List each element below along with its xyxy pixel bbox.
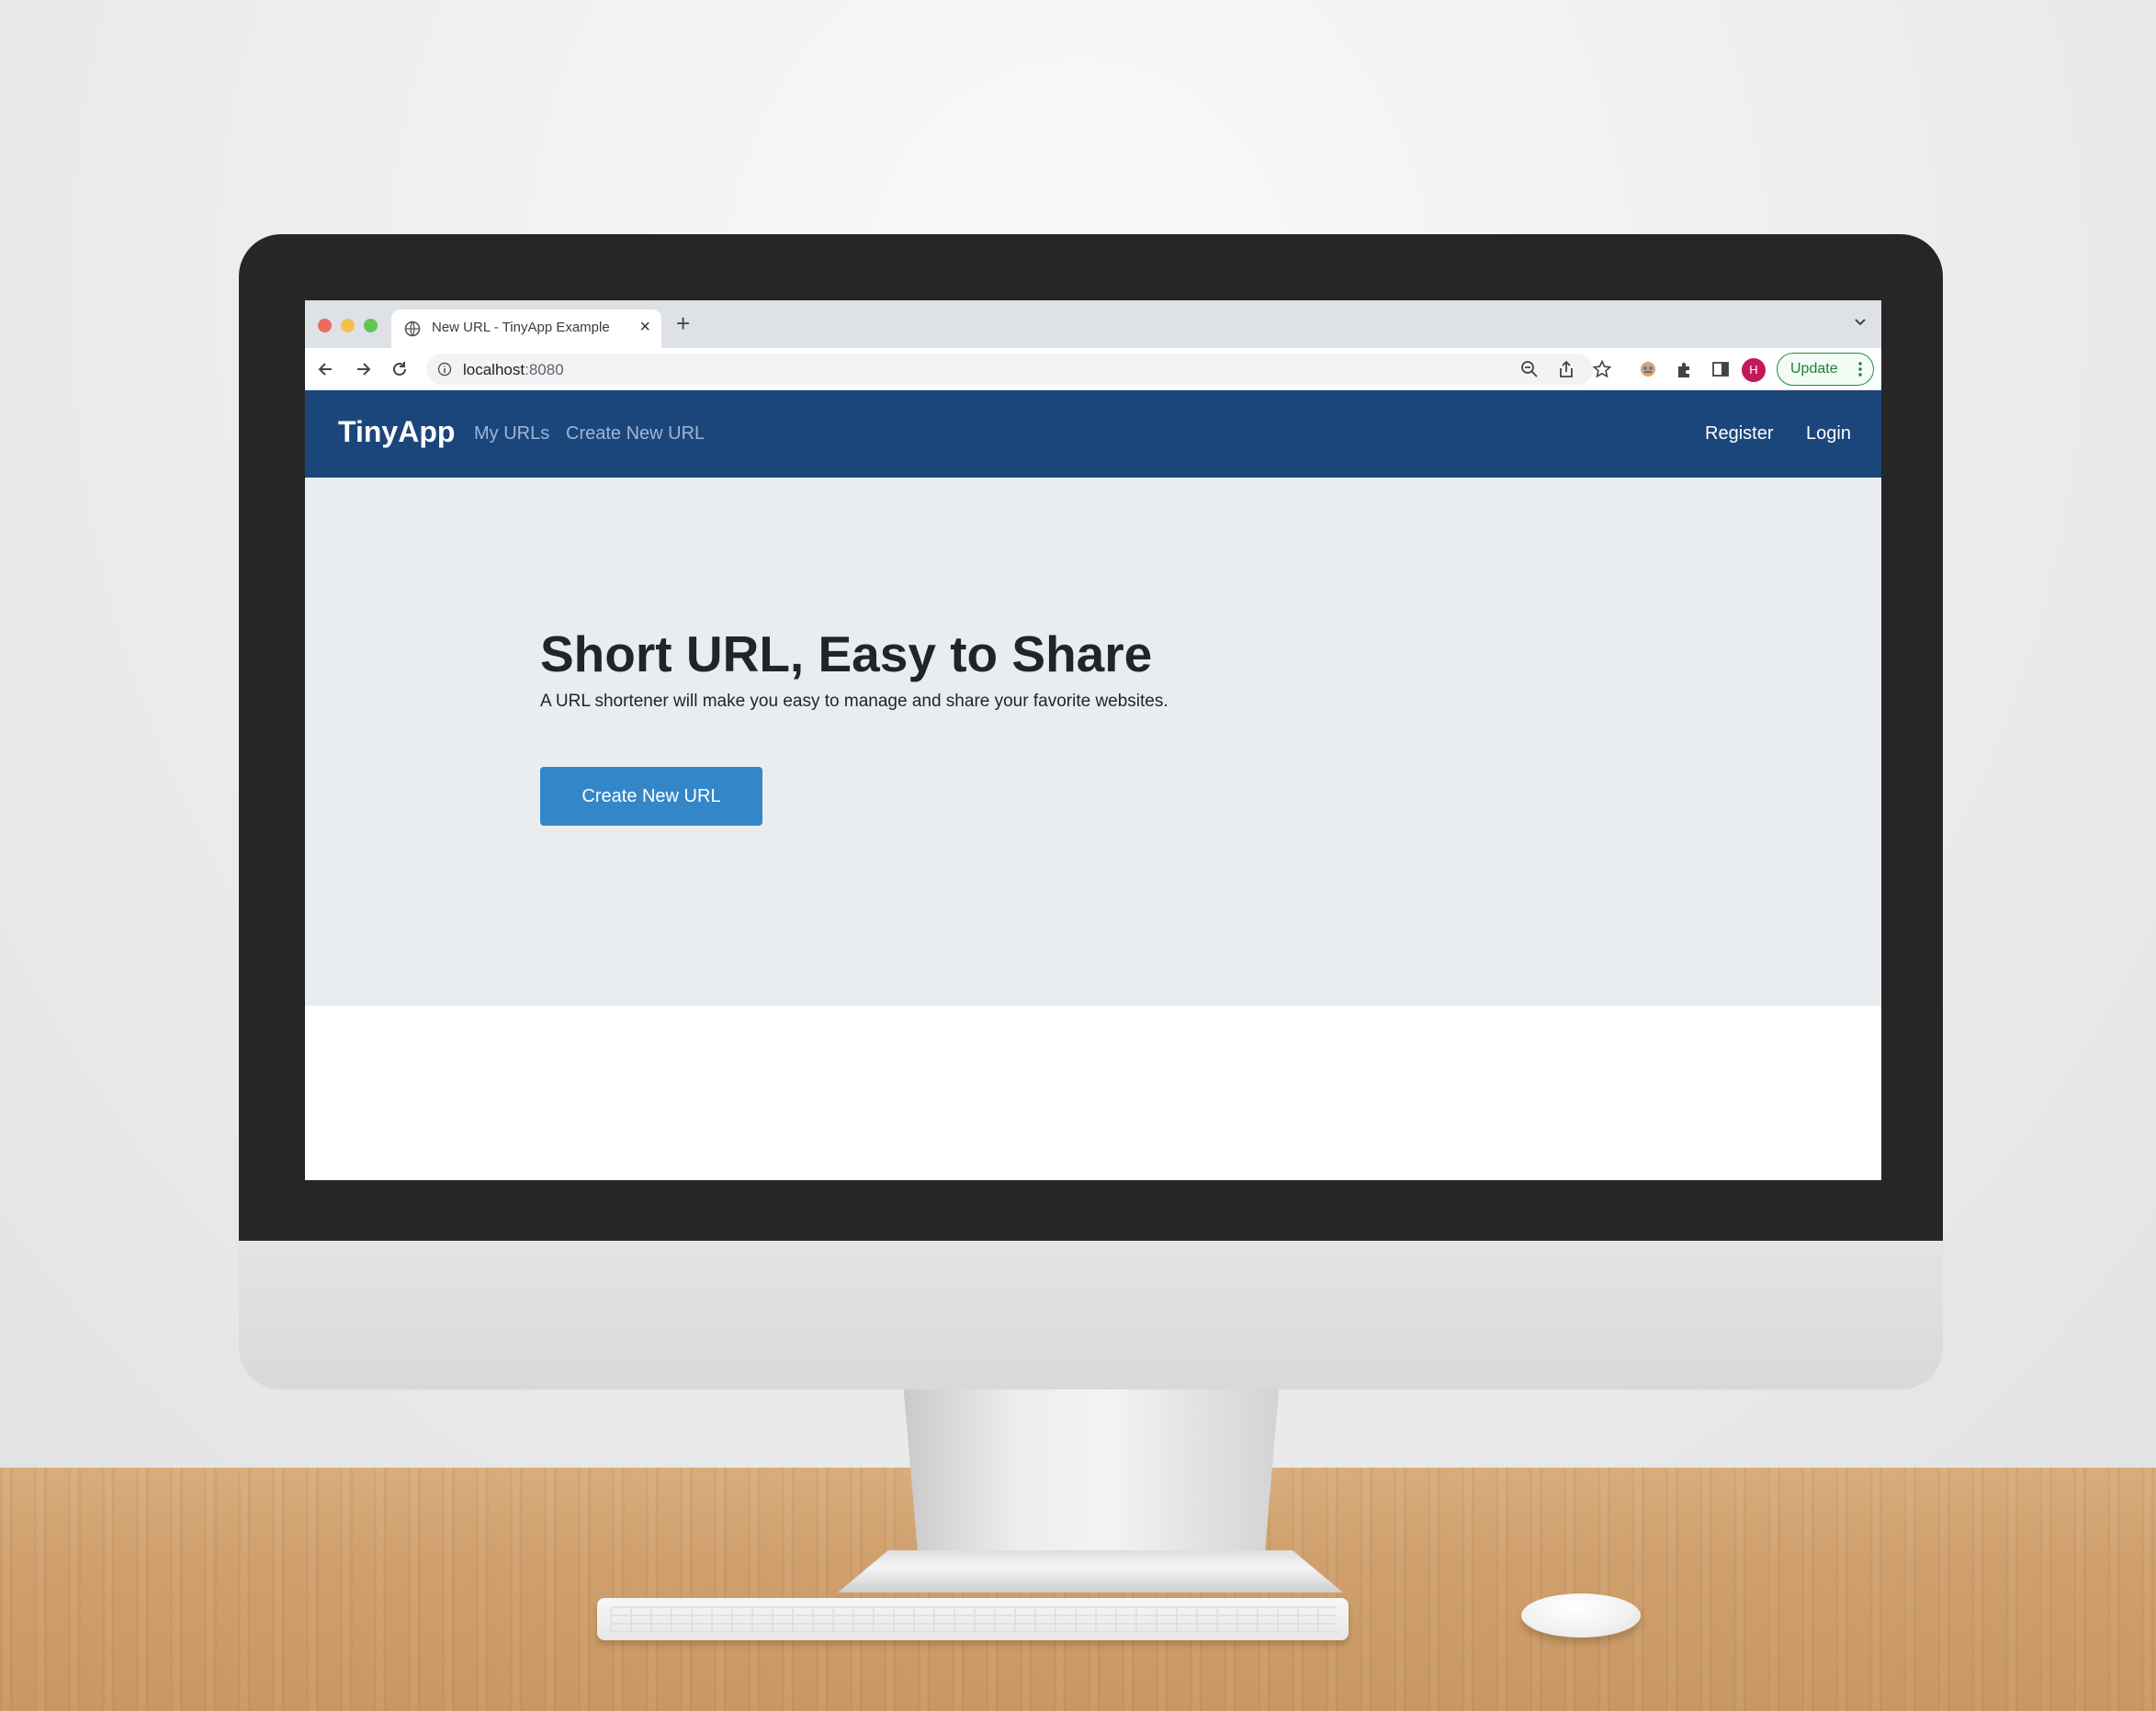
monitor-chin (239, 1235, 1943, 1390)
tab-title: New URL - TinyApp Example (432, 320, 610, 335)
kebab-menu-icon (1858, 362, 1862, 377)
profile-avatar[interactable]: H (1742, 358, 1766, 382)
monitor-stand (903, 1382, 1280, 1557)
globe-icon (404, 321, 421, 337)
address-url: localhost:8080 (463, 361, 564, 379)
update-button-label: Update (1790, 361, 1838, 377)
monitor-stand-foot (838, 1550, 1343, 1593)
window-zoom-button[interactable] (364, 319, 378, 332)
share-icon[interactable] (1556, 359, 1576, 379)
browser-tab-active[interactable]: New URL - TinyApp Example × (391, 310, 661, 348)
window-close-button[interactable] (318, 319, 332, 332)
nav-link-register[interactable]: Register (1705, 423, 1773, 445)
chevron-down-icon[interactable] (1854, 313, 1867, 332)
info-icon[interactable] (437, 362, 452, 377)
mouse (1521, 1593, 1641, 1638)
site-navbar: TinyApp My URLs Create New URL Register … (305, 390, 1881, 478)
hero-title: Short URL, Easy to Share (540, 625, 1153, 682)
keyboard (597, 1598, 1349, 1640)
star-icon[interactable] (1592, 359, 1612, 379)
create-new-url-button[interactable]: Create New URL (540, 767, 762, 826)
close-tab-icon[interactable]: × (639, 317, 650, 337)
nav-link-create-new-url[interactable]: Create New URL (566, 423, 705, 445)
hero-section: Short URL, Easy to Share A URL shortener… (305, 478, 1881, 1006)
browser-toolbar: localhost:8080 H Update (305, 348, 1881, 390)
new-tab-button[interactable]: + (676, 311, 690, 335)
address-bar[interactable]: localhost:8080 (426, 354, 1593, 385)
browser-window: New URL - TinyApp Example × + localhost:… (305, 300, 1881, 1180)
update-button[interactable]: Update (1777, 353, 1874, 386)
address-port: :8080 (525, 361, 564, 378)
zoom-icon[interactable] (1519, 359, 1540, 379)
hero-description: A URL shortener will make you easy to ma… (540, 692, 1168, 711)
nav-link-my-urls[interactable]: My URLs (474, 423, 549, 445)
side-panel-icon[interactable] (1710, 359, 1731, 379)
window-minimize-button[interactable] (341, 319, 355, 332)
extension-icon[interactable] (1638, 359, 1658, 379)
reload-icon[interactable] (389, 359, 410, 379)
puzzle-icon[interactable] (1675, 359, 1695, 379)
forward-arrow-icon[interactable] (353, 359, 373, 379)
nav-link-login[interactable]: Login (1806, 423, 1851, 445)
tab-strip: New URL - TinyApp Example × + (305, 300, 1881, 348)
brand-logo[interactable]: TinyApp (338, 415, 455, 449)
address-host: localhost (463, 361, 525, 378)
back-arrow-icon[interactable] (316, 359, 336, 379)
